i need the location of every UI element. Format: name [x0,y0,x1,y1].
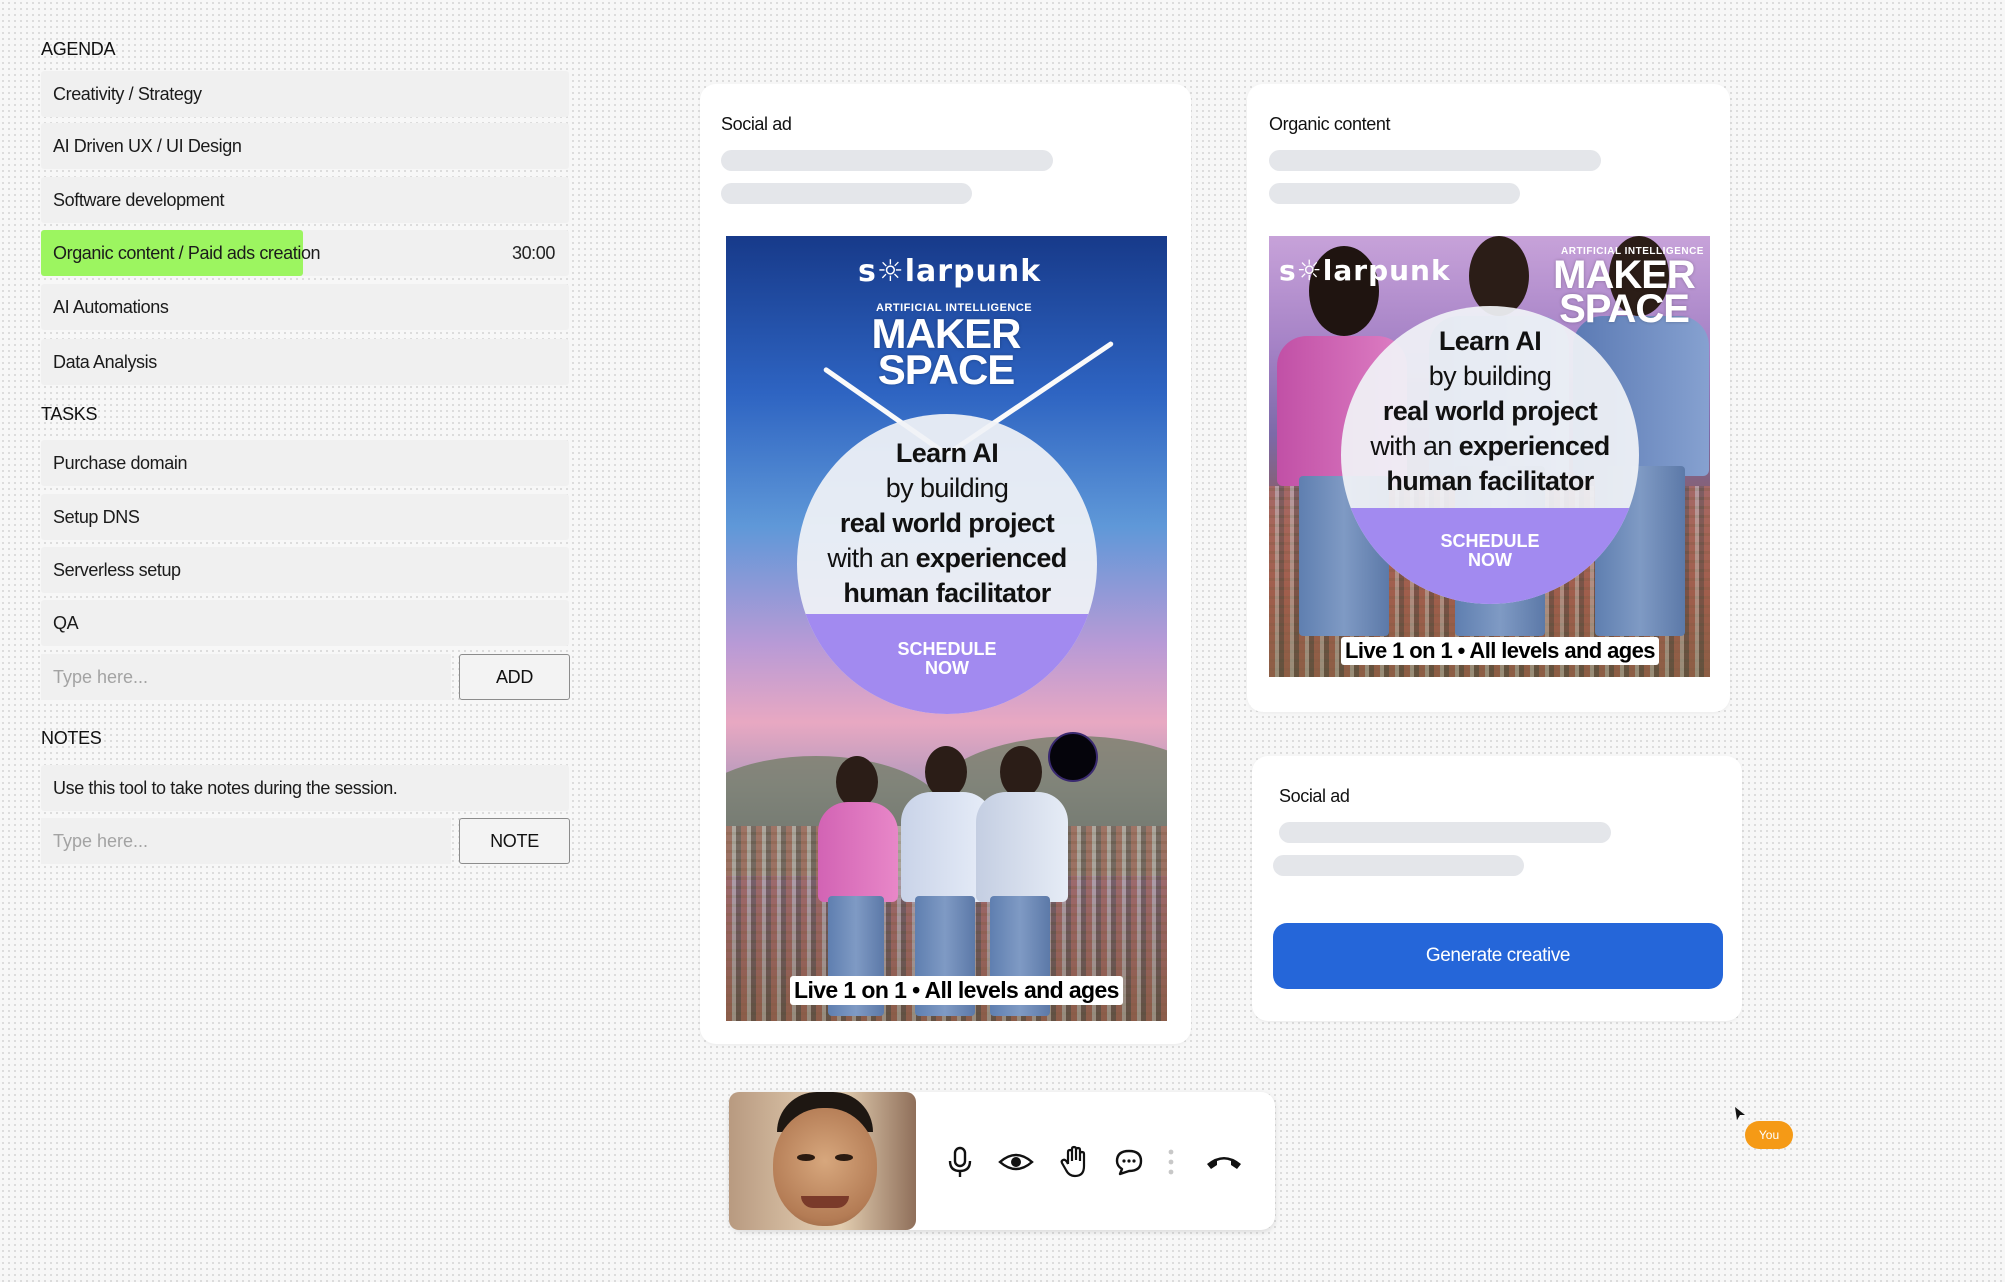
agenda-item-data-analysis[interactable]: Data Analysis [41,339,569,385]
task-item[interactable]: Setup DNS [41,494,569,540]
headline-fragment: with an [827,543,909,573]
headline-line: real world project [839,508,1055,538]
headline-fragment: experienced [1458,431,1611,461]
task-item[interactable]: Purchase domain [41,440,569,486]
you-presence-badge: You [1745,1121,1793,1149]
cta-line: SCHEDULE [897,639,997,659]
note-item[interactable]: Use this tool to take notes during the s… [41,765,569,811]
maker-space-logo: MAKER SPACE [1549,255,1699,331]
headline-fragment: experienced [915,543,1068,573]
hang-up-icon[interactable] [1204,1144,1244,1180]
task-input[interactable] [41,654,451,700]
agenda-item-content-ads[interactable]: Organic content / Paid ads creation 30:0… [41,230,569,276]
headline-line: with an experienced [797,543,1097,574]
skeleton-line [1273,855,1524,876]
agenda-item-label: Software development [53,189,225,210]
skeleton-line [1269,150,1601,171]
avatar-mouth [801,1196,849,1208]
skeleton-line [721,183,972,204]
note-input[interactable] [41,818,451,864]
headline-line: Learn AI [895,438,999,468]
record-dot [1048,732,1098,782]
task-label: Serverless setup [53,559,181,580]
agenda-item-label: Creativity / Strategy [53,83,202,104]
task-item[interactable]: Serverless setup [41,547,569,593]
schedule-cta: SCHEDULE NOW [1341,508,1639,604]
card-title: Organic content [1269,114,1391,134]
avatar-eye [797,1154,815,1161]
solarpunk-logo: s☼larpunk [1279,254,1451,287]
agenda-item-label: Data Analysis [53,351,157,372]
maker-line: SPACE [877,345,1016,393]
tagline-label: Live 1 on 1 • All levels and ages [790,976,1123,1005]
avatar-eye [835,1154,853,1161]
agenda-timer: 30:00 [511,242,555,263]
call-control-bar [729,1092,1275,1230]
task-item[interactable]: QA [41,600,569,646]
avatar-face [773,1108,877,1226]
cta-line: SCHEDULE [1440,531,1540,551]
card-title: Social ad [721,114,792,134]
headline-bubble: Learn AI by building real world project … [1341,306,1639,604]
agenda-item-ux-design[interactable]: AI Driven UX / UI Design [41,123,569,169]
skeleton-line [1279,822,1611,843]
task-label: Purchase domain [53,452,188,473]
tasks-title: TASKS [41,404,98,424]
microphone-icon[interactable] [942,1144,978,1180]
agenda-item-label: AI Automations [53,296,169,317]
maker-space-logo: MAKER SPACE [826,313,1066,393]
headline-line: by building [1428,361,1552,391]
headline-bubble: Learn AI by building real world project … [797,414,1097,714]
headline-line: real world project [1382,396,1598,426]
schedule-cta: SCHEDULE NOW [797,614,1097,714]
more-options-icon[interactable] [1165,1144,1177,1180]
skeleton-line [1269,183,1520,204]
headline-line: by building [885,473,1009,503]
cta-line: NOW [1468,550,1512,570]
headline-line: with an experienced [1341,431,1639,462]
add-task-button[interactable]: ADD [459,654,570,700]
notes-title: NOTES [41,728,102,748]
task-label: QA [53,612,79,633]
note-button[interactable]: NOTE [459,818,570,864]
task-label: Setup DNS [53,506,140,527]
headline-line: human facilitator [1386,466,1594,496]
agenda-item-creativity[interactable]: Creativity / Strategy [41,71,569,117]
participant-video [729,1092,916,1230]
cta-line: NOW [925,658,969,678]
social-ad-creative[interactable]: s☼larpunk ARTIFICIAL INTELLIGENCE MAKER … [726,236,1167,1021]
organic-content-creative[interactable]: s☼larpunk ARTIFICIAL INTELLIGENCE MAKER … [1269,236,1710,677]
note-label: Use this tool to take notes during the s… [53,777,398,798]
cursor-pointer-icon [1735,1107,1745,1120]
headline-line: Learn AI [1438,326,1542,356]
headline-line: human facilitator [843,578,1051,608]
chat-icon[interactable] [1111,1144,1147,1180]
card-title: Social ad [1279,786,1350,806]
agenda-item-software[interactable]: Software development [41,177,569,223]
solarpunk-logo: s☼larpunk [858,254,1042,289]
agenda-title: AGENDA [41,39,116,59]
agenda-item-label: AI Driven UX / UI Design [53,135,242,156]
agenda-item-label: Organic content / Paid ads creation [53,242,321,263]
maker-line: SPACE [1559,287,1690,331]
task-input-row: ADD [41,654,570,700]
raise-hand-icon[interactable] [1057,1144,1093,1180]
agenda-item-automations[interactable]: AI Automations [41,284,569,330]
skeleton-line [721,150,1053,171]
note-input-row: NOTE [41,818,570,864]
tagline-label: Live 1 on 1 • All levels and ages [1341,637,1659,665]
eye-icon[interactable] [998,1144,1034,1180]
headline-fragment: with an [1370,431,1452,461]
generate-creative-button[interactable]: Generate creative [1273,923,1723,989]
